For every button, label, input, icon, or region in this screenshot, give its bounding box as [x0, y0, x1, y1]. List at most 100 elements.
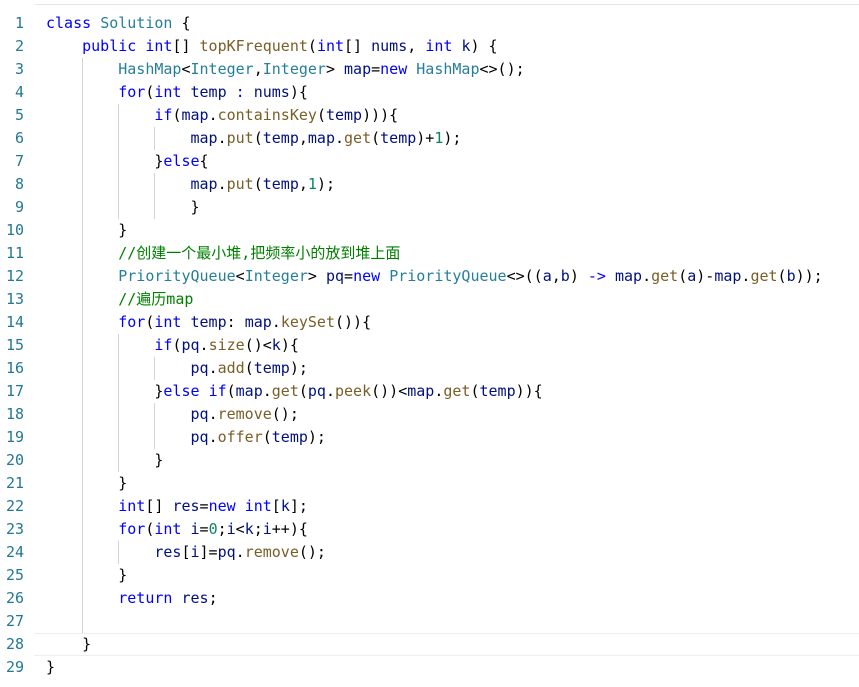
indentation [46, 543, 154, 561]
code-token: ( [262, 428, 272, 446]
code-line[interactable]: class Solution { [46, 12, 859, 35]
code-line[interactable]: } [46, 196, 859, 219]
code-line[interactable]: } [46, 656, 859, 679]
code-line[interactable]: } [46, 449, 859, 472]
code-token: temp [479, 382, 516, 400]
code-token: ( [244, 359, 254, 377]
code-line[interactable]: return res; [46, 587, 859, 610]
indentation [46, 175, 191, 193]
code-token: , [551, 267, 561, 285]
code-token: pq [190, 405, 209, 423]
code-token: [ [271, 497, 281, 515]
code-token: <>(); [479, 60, 525, 78]
code-token: if [154, 106, 173, 124]
code-line[interactable]: map.put(temp,map.get(temp)+1); [46, 127, 859, 150]
code-line[interactable]: if(pq.size()<k){ [46, 334, 859, 357]
indent-guide [82, 610, 83, 633]
code-token: for [118, 83, 146, 101]
code-token: > [325, 60, 345, 78]
code-token: new [380, 60, 408, 78]
code-token: map [190, 129, 218, 147]
indentation [46, 497, 118, 515]
line-number: 11 [5, 244, 24, 262]
code-token: [ [181, 543, 191, 561]
code-token: nums [253, 83, 290, 101]
code-token: ; [208, 589, 218, 607]
line-number: 23 [5, 520, 24, 538]
code-editor[interactable]: 1 2 3 4 5 6 7 8 9 10 11 12 13 14 15 16 17 18 19 20 21 22 23 24 2… [0, 0, 859, 687]
code-token: return [118, 589, 173, 607]
code-token: new [208, 497, 236, 515]
indentation [46, 451, 154, 469]
code-line[interactable]: map.put(temp,1); [46, 173, 859, 196]
code-token: ]; [289, 497, 308, 515]
line-number: 26 [5, 589, 24, 607]
indentation [46, 221, 118, 239]
code-token: map [344, 60, 372, 78]
code-token: . [235, 543, 245, 561]
indentation [46, 60, 118, 78]
indentation [46, 405, 191, 423]
code-token: ); [307, 428, 326, 446]
code-token: res [172, 497, 200, 515]
code-line[interactable]: if(map.containsKey(temp))){ [46, 104, 859, 127]
code-token: . [217, 175, 227, 193]
code-token: HashMap [118, 60, 182, 78]
code-token: , [298, 129, 308, 147]
code-token: = [371, 60, 381, 78]
code-line[interactable]: for(int temp : nums){ [46, 81, 859, 104]
code-line[interactable]: pq.offer(temp); [46, 426, 859, 449]
code-line[interactable]: pq.remove(); [46, 403, 859, 426]
code-token: new [353, 267, 381, 285]
code-token: public [82, 37, 137, 55]
indentation [46, 359, 191, 377]
code-token: . [208, 428, 218, 446]
code-token: . [217, 129, 227, 147]
code-token: k [280, 497, 290, 515]
code-token: < [235, 267, 245, 285]
code-token: ( [777, 267, 787, 285]
code-line[interactable]: for(int temp: map.keySet()){ [46, 311, 859, 334]
code-token: add [217, 359, 245, 377]
code-line[interactable]: //创建一个最小堆,把频率小的放到堆上面 [46, 242, 859, 265]
code-line[interactable]: res[i]=pq.remove(); [46, 541, 859, 564]
code-token: pq [190, 428, 209, 446]
code-token: k [271, 336, 281, 354]
code-token: int [145, 37, 173, 55]
line-number: 17 [5, 382, 24, 400]
code-line[interactable]: for(int i=0;i<k;i++){ [46, 518, 859, 541]
code-line[interactable]: }else if(map.get(pq.peek())<map.get(temp… [46, 380, 859, 403]
code-token: map [307, 129, 335, 147]
code-token: ())< [371, 382, 408, 400]
code-line[interactable]: } [34, 633, 859, 656]
code-line[interactable]: }else{ [46, 150, 859, 173]
code-line[interactable]: } [46, 219, 859, 242]
code-line[interactable]: pq.add(temp); [46, 357, 859, 380]
code-token: (); [271, 405, 299, 423]
code-line[interactable]: //遍历map [46, 288, 859, 311]
code-token: class [46, 14, 92, 32]
code-token: if [208, 382, 227, 400]
code-line[interactable]: } [46, 564, 859, 587]
code-line[interactable]: public int[] topKFrequent(int[] nums, in… [46, 35, 859, 58]
indentation [46, 244, 118, 262]
code-token: ]= [199, 543, 218, 561]
line-number: 2 [14, 37, 24, 55]
code-area[interactable]: class Solution { public int[] topKFreque… [34, 12, 859, 679]
code-line[interactable]: } [46, 472, 859, 495]
code-token: remove [244, 543, 299, 561]
line-number: 29 [5, 658, 24, 676]
code-line[interactable]: HashMap<Integer,Integer> map=new HashMap… [46, 58, 859, 81]
line-number: 13 [5, 290, 24, 308]
code-line[interactable] [46, 610, 859, 633]
code-token: int [154, 313, 182, 331]
code-line[interactable]: int[] res=new int[k]; [46, 495, 859, 518]
code-token: ); [443, 129, 462, 147]
code-token: remove [217, 405, 272, 423]
code-token: topKFrequent [199, 37, 308, 55]
code-token: temp [262, 129, 299, 147]
code-token: b [560, 267, 570, 285]
line-number: 20 [5, 451, 24, 469]
code-line[interactable]: PriorityQueue<Integer> pq=new PriorityQu… [46, 265, 859, 288]
